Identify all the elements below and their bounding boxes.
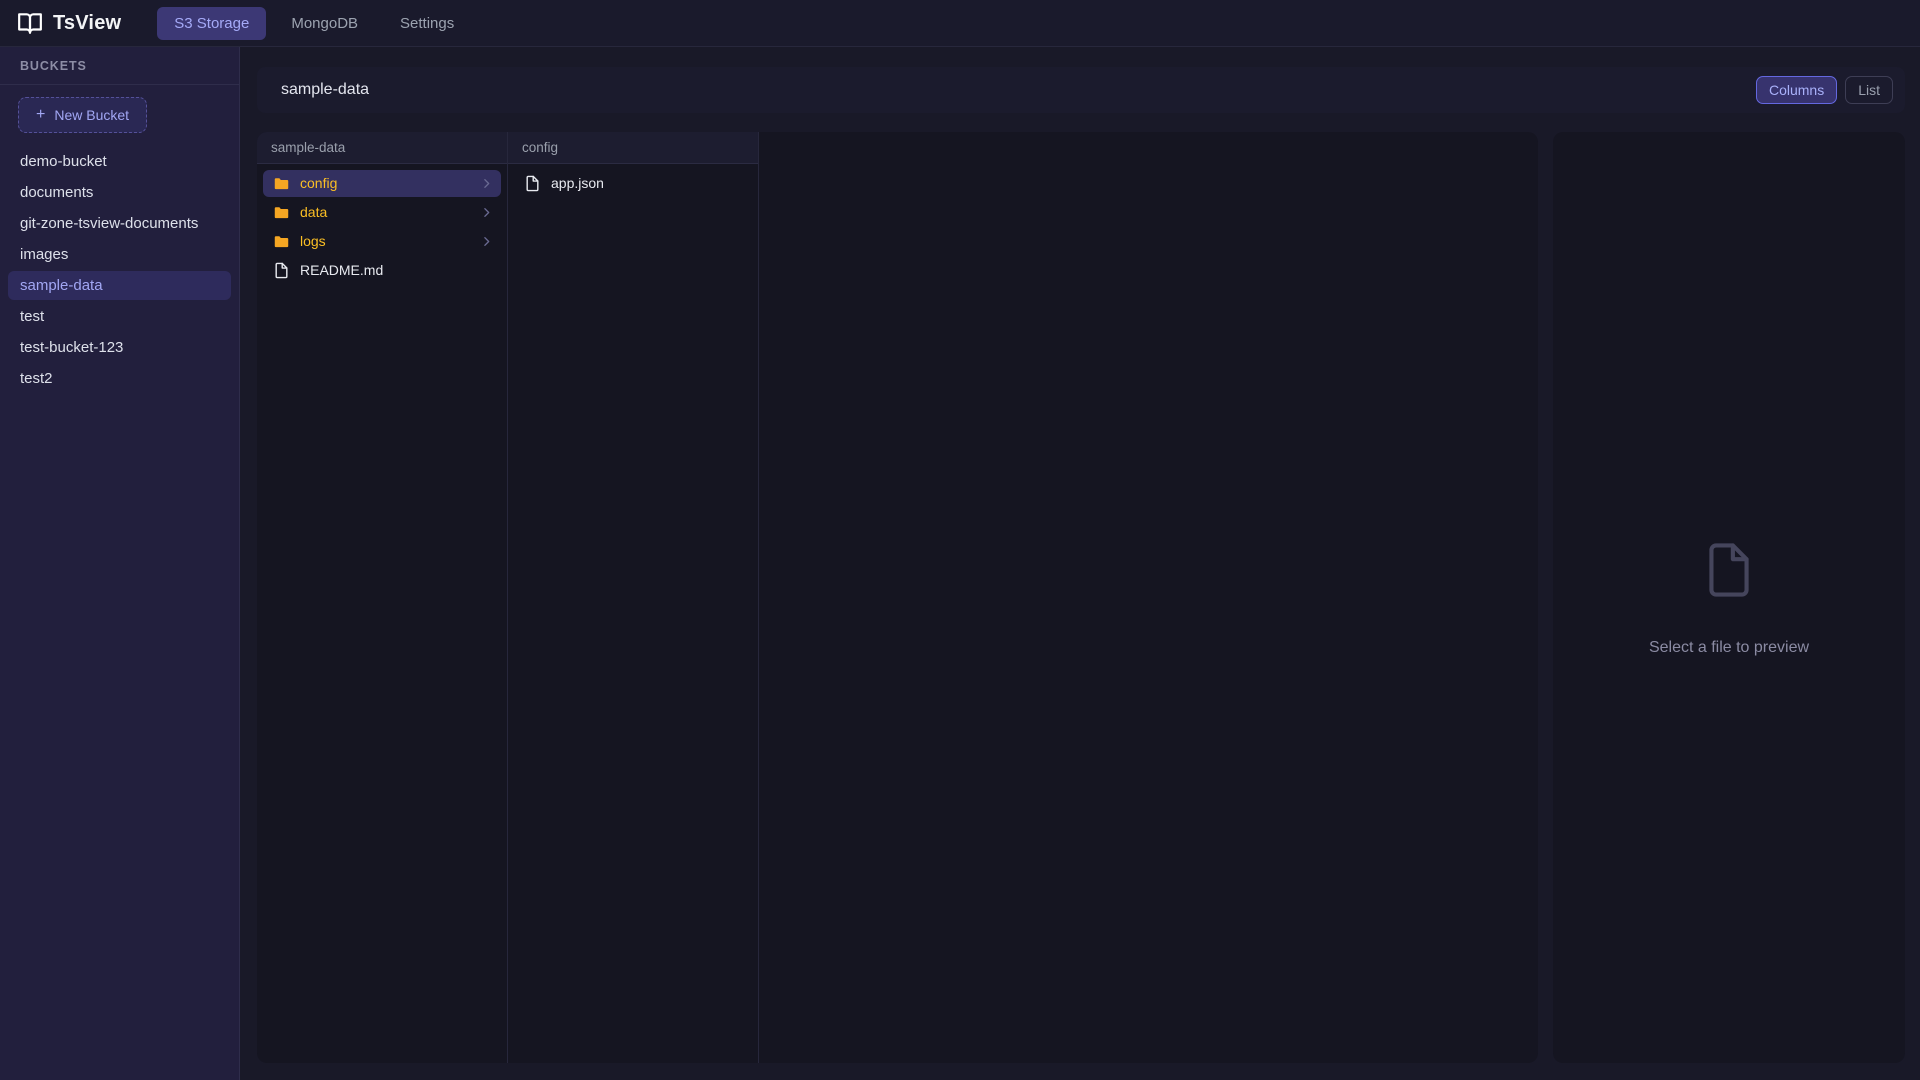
folder-name-label: config <box>300 175 338 191</box>
file-column-sample-data: sample-data config data logs README.md <box>257 132 508 1063</box>
plus-icon: + <box>36 106 46 123</box>
bucket-item-test2[interactable]: test2 <box>8 364 231 393</box>
file-row-readme[interactable]: README.md <box>263 257 501 284</box>
file-row-app-json[interactable]: app.json <box>514 170 752 197</box>
chevron-right-icon <box>480 177 493 190</box>
content-row: sample-data config data logs README.md c… <box>257 132 1905 1063</box>
main-header: sample-data Columns List <box>257 67 1905 113</box>
brand: TsView <box>17 10 121 36</box>
folder-icon <box>273 233 290 250</box>
folder-row-config[interactable]: config <box>263 170 501 197</box>
folder-icon <box>273 175 290 192</box>
miller-columns-panel: sample-data config data logs README.md c… <box>257 132 1538 1063</box>
folder-row-logs[interactable]: logs <box>263 228 501 255</box>
new-bucket-button[interactable]: + New Bucket <box>18 97 148 133</box>
file-icon <box>273 262 290 279</box>
bucket-item-git-zone-tsview-documents[interactable]: git-zone-tsview-documents <box>8 209 231 238</box>
main-content: sample-data Columns List sample-data con… <box>240 47 1920 1080</box>
tab-mongodb[interactable]: MongoDB <box>274 7 375 40</box>
bucket-item-test-bucket-123[interactable]: test-bucket-123 <box>8 333 231 362</box>
buckets-sidebar: BUCKETS + New Bucket demo-bucket documen… <box>0 47 240 1080</box>
list-view-button[interactable]: List <box>1845 76 1893 104</box>
folder-name-label: data <box>300 204 328 220</box>
new-bucket-label: New Bucket <box>54 107 130 123</box>
bucket-item-sample-data[interactable]: sample-data <box>8 271 231 300</box>
columns-view-button[interactable]: Columns <box>1755 76 1838 104</box>
column-items: config data logs README.md <box>257 164 507 292</box>
main-nav: S3 Storage MongoDB Settings <box>157 6 471 40</box>
app-root: TsView S3 Storage MongoDB Settings BUCKE… <box>0 0 1920 1080</box>
folder-row-data[interactable]: data <box>263 199 501 226</box>
tab-settings[interactable]: Settings <box>383 7 471 40</box>
folder-icon <box>273 204 290 221</box>
preview-panel: Select a file to preview <box>1553 132 1905 1063</box>
bucket-item-demo-bucket[interactable]: demo-bucket <box>8 147 231 176</box>
file-name-label: README.md <box>300 262 384 278</box>
bucket-item-images[interactable]: images <box>8 240 231 269</box>
view-toggle: Columns List <box>1755 76 1893 104</box>
file-icon <box>524 175 541 192</box>
file-name-label: app.json <box>551 175 604 191</box>
bucket-item-test[interactable]: test <box>8 302 231 331</box>
file-outline-icon <box>1698 539 1760 601</box>
folder-name-label: logs <box>300 233 326 249</box>
buckets-section-header: BUCKETS <box>0 47 239 85</box>
top-bar: TsView S3 Storage MongoDB Settings <box>0 0 1920 47</box>
file-column-config: config app.json <box>508 132 759 1063</box>
app-title: TsView <box>53 11 122 34</box>
column-header: sample-data <box>257 132 507 164</box>
tab-s3-storage[interactable]: S3 Storage <box>157 6 267 40</box>
preview-placeholder: Select a file to preview <box>1648 638 1810 656</box>
column-items: app.json <box>508 164 758 205</box>
bucket-list: demo-bucket documents git-zone-tsview-do… <box>0 147 239 393</box>
book-open-icon <box>17 10 43 36</box>
chevron-right-icon <box>480 235 493 248</box>
page-title: sample-data <box>281 81 370 98</box>
chevron-right-icon <box>480 206 493 219</box>
column-header: config <box>508 132 758 164</box>
bucket-item-documents[interactable]: documents <box>8 178 231 207</box>
